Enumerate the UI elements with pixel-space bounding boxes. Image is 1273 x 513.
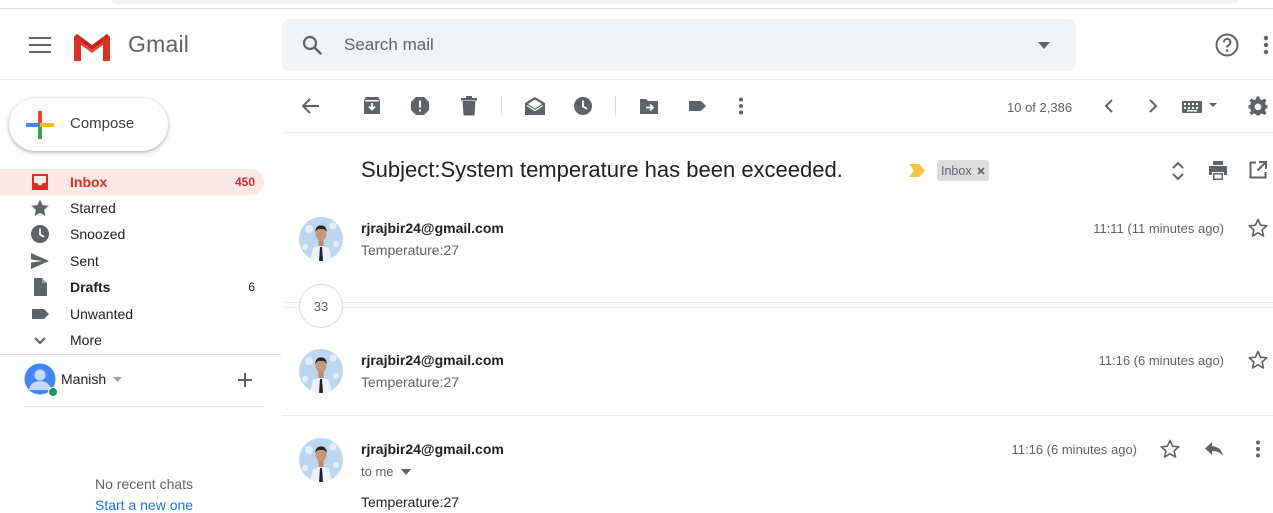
user-status-dropdown-icon[interactable]	[113, 377, 122, 382]
sender-avatar[interactable]	[299, 217, 343, 261]
compose-button[interactable]: Compose	[9, 98, 168, 151]
hangouts-user-name[interactable]: Manish	[61, 371, 106, 387]
message-sender[interactable]: rjrajbir24@gmail.com	[361, 352, 504, 368]
hangouts-avatar[interactable]	[24, 363, 58, 397]
search-options-dropdown-icon[interactable]	[1038, 42, 1050, 49]
no-recent-chats-text: No recent chats	[95, 476, 194, 492]
sidebar-item-label: Unwanted	[70, 306, 134, 322]
draft-file-icon	[30, 277, 50, 297]
message-body: Temperature:27	[361, 494, 460, 510]
online-status-dot	[49, 388, 57, 396]
unread-count: 450	[234, 175, 255, 189]
label-chip-text: Inbox	[941, 163, 972, 178]
message-snippet[interactable]: Temperature:27	[361, 374, 459, 390]
message-snippet[interactable]: Temperature:27	[361, 242, 459, 258]
star-message-icon[interactable]	[1160, 439, 1180, 459]
older-chevron-right-icon[interactable]	[1141, 94, 1165, 118]
inbox-icon	[30, 172, 50, 192]
app-header: Gmail	[0, 9, 1273, 80]
plus-icon	[238, 373, 252, 387]
search-bar[interactable]	[282, 19, 1076, 71]
compose-label: Compose	[70, 115, 135, 132]
star-icon	[30, 198, 50, 218]
sidebar-item-label: Snoozed	[70, 226, 126, 242]
newer-chevron-left-icon[interactable]	[1097, 94, 1121, 118]
input-tools-keyboard-icon[interactable]	[1180, 94, 1220, 118]
sidebar-divider	[0, 354, 281, 355]
star-message-icon[interactable]	[1248, 218, 1268, 238]
open-in-new-window-icon[interactable]	[1249, 161, 1267, 179]
archive-icon[interactable]	[360, 94, 384, 118]
more-message-options-icon[interactable]	[1255, 440, 1261, 458]
delete-trash-icon[interactable]	[457, 94, 481, 118]
sidebar-item-label: Starred	[70, 200, 116, 216]
more-actions-icon[interactable]	[729, 94, 753, 118]
search-input[interactable]	[344, 19, 1024, 71]
message-sender[interactable]: rjrajbir24@gmail.com	[361, 220, 504, 236]
main-menu-button[interactable]	[20, 25, 60, 65]
inbox-label-chip[interactable]: Inbox	[937, 160, 989, 181]
sidebar-item-drafts[interactable]: Drafts 6	[0, 274, 264, 300]
settings-gear-icon[interactable]	[1246, 94, 1270, 118]
show-details-dropdown-icon[interactable]	[401, 469, 411, 475]
hangouts-divider	[24, 406, 264, 407]
expand-all-icon[interactable]	[1171, 160, 1185, 182]
reply-arrow-icon[interactable]	[1204, 441, 1224, 457]
sidebar-item-inbox[interactable]: Inbox 450	[0, 169, 264, 195]
sidebar-item-label: More	[70, 332, 102, 348]
new-conversation-button[interactable]	[237, 372, 253, 388]
support-button[interactable]	[1207, 25, 1247, 65]
sender-avatar[interactable]	[299, 349, 343, 393]
sidebar-item-label: Sent	[70, 253, 99, 269]
sender-avatar[interactable]	[299, 438, 343, 482]
draft-count: 6	[248, 280, 255, 294]
sidebar-item-snoozed[interactable]: Snoozed	[0, 221, 264, 247]
chevron-down-icon	[30, 330, 50, 350]
report-spam-icon[interactable]	[408, 94, 432, 118]
message-time: 11:16 (6 minutes ago)	[1011, 442, 1138, 457]
collapsed-messages-count-button[interactable]: 33	[299, 284, 343, 328]
message-sender[interactable]: rjrajbir24@gmail.com	[361, 441, 504, 457]
remove-label-close-icon[interactable]	[977, 166, 985, 175]
back-to-inbox-arrow-icon[interactable]	[299, 94, 323, 118]
message-toolbar: 10 of 2,386	[282, 80, 1273, 133]
sidebar-item-more[interactable]: More	[0, 327, 264, 353]
help-icon	[1215, 33, 1239, 57]
labels-icon[interactable]	[685, 94, 709, 118]
collapsed-divider-top	[282, 302, 1273, 303]
message-time: 11:16 (6 minutes ago)	[1098, 353, 1225, 368]
clock-icon	[30, 224, 50, 244]
hamburger-icon	[29, 37, 51, 53]
send-icon	[30, 251, 50, 271]
recipient-summary[interactable]: to me	[361, 464, 394, 479]
mark-as-unread-icon[interactable]	[523, 94, 547, 118]
sidebar-item-sent[interactable]: Sent	[0, 248, 264, 274]
snooze-clock-icon[interactable]	[571, 94, 595, 118]
gmail-logo[interactable]	[72, 31, 112, 61]
message-divider	[282, 415, 1273, 416]
pagination-text: 10 of 2,386	[1007, 100, 1073, 115]
gmail-wordmark: Gmail	[128, 31, 190, 57]
move-to-icon[interactable]	[637, 94, 661, 118]
star-message-icon[interactable]	[1248, 350, 1268, 370]
sidebar-item-label: Inbox	[70, 174, 108, 190]
print-icon[interactable]	[1208, 161, 1228, 180]
sidebar-item-starred[interactable]: Starred	[0, 195, 264, 221]
search-icon[interactable]	[302, 35, 322, 55]
message-time: 11:11 (11 minutes ago)	[1093, 221, 1224, 236]
more-apps-button[interactable]	[1262, 35, 1270, 55]
collapsed-divider-bottom	[282, 307, 1273, 308]
sidebar-item-unwanted[interactable]: Unwanted	[0, 301, 264, 327]
label-icon	[30, 304, 50, 324]
sidebar-item-label: Drafts	[70, 279, 111, 295]
importance-marker-icon[interactable]	[908, 163, 926, 178]
thread-subject: Subject:System temperature has been exce…	[361, 157, 843, 182]
browser-top-edge	[0, 0, 1273, 9]
compose-plus-icon	[26, 111, 54, 139]
